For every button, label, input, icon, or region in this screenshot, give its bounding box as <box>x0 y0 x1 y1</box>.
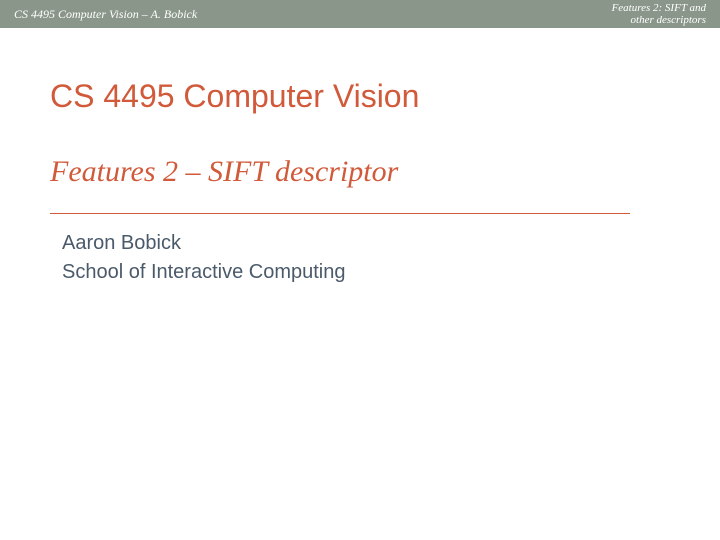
slide-content: CS 4495 Computer Vision Features 2 – SIF… <box>0 28 720 284</box>
header-course-label: CS 4495 Computer Vision – A. Bobick <box>14 7 197 22</box>
title-divider <box>50 213 630 214</box>
slide-header: CS 4495 Computer Vision – A. Bobick Feat… <box>0 0 720 28</box>
author-name: Aaron Bobick <box>62 232 670 255</box>
lecture-title: Features 2 – SIFT descriptor <box>50 155 670 189</box>
header-topic-label: Features 2: SIFT and other descriptors <box>612 2 706 26</box>
header-topic-line2: other descriptors <box>612 14 706 26</box>
school-name: School of Interactive Computing <box>62 261 670 284</box>
header-topic-line1: Features 2: SIFT and <box>612 2 706 14</box>
course-title: CS 4495 Computer Vision <box>50 78 670 115</box>
